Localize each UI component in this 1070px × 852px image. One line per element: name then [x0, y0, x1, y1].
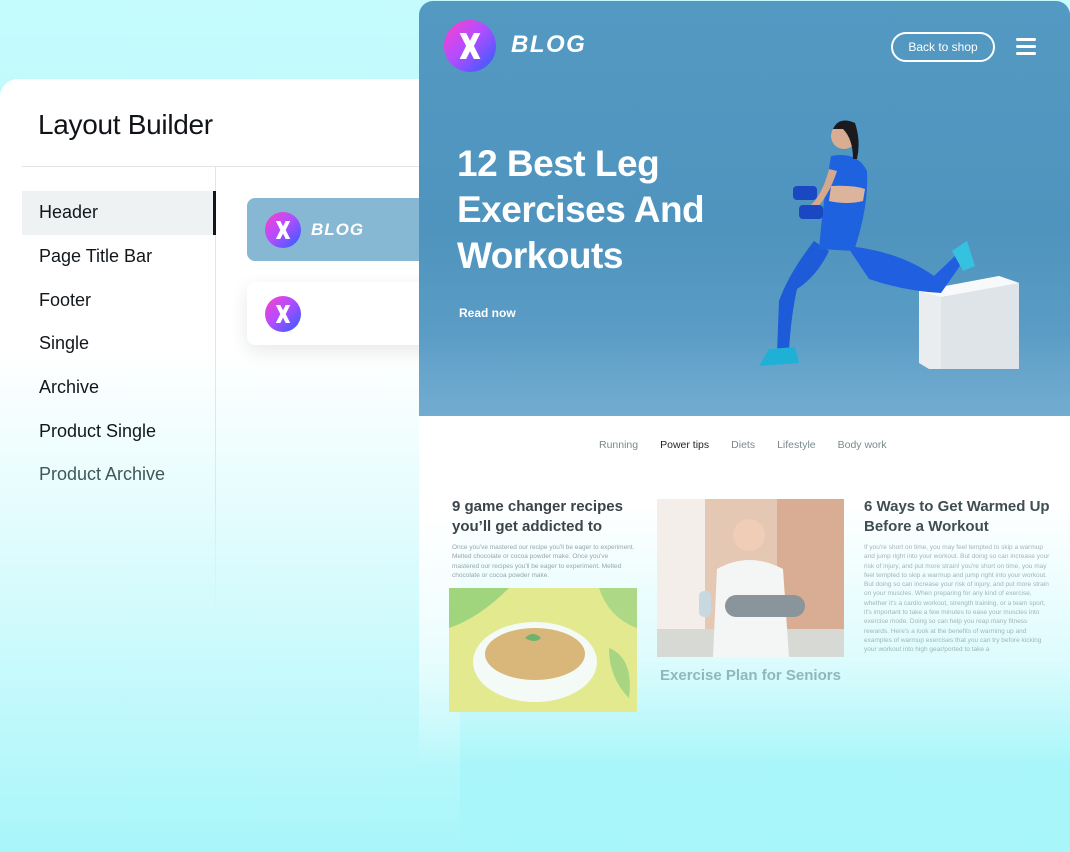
hero-banner: BLOG Back to shop 12 Best Leg Exercises … — [419, 1, 1070, 416]
hamburger-menu-icon[interactable] — [1016, 38, 1036, 56]
builder-nav: Header Page Title Bar Footer Single Arch… — [22, 191, 216, 497]
nav-item-product-archive[interactable]: Product Archive — [22, 453, 216, 497]
page-title: Layout Builder — [38, 109, 213, 140]
brand-label: BLOG — [311, 219, 365, 239]
senior-man-image[interactable] — [657, 499, 844, 657]
nav-item-header[interactable]: Header — [22, 191, 216, 235]
read-now-link[interactable]: Read now — [459, 306, 516, 320]
nav-item-archive[interactable]: Archive — [22, 366, 216, 410]
nav-item-single[interactable]: Single — [22, 322, 216, 366]
article-excerpt: If you're short on time, you may feel te… — [864, 544, 1050, 654]
tab-running[interactable]: Running — [599, 439, 638, 451]
x-logo-icon[interactable] — [444, 20, 496, 72]
tab-lifestyle[interactable]: Lifestyle — [777, 439, 816, 451]
tab-power-tips[interactable]: Power tips — [660, 439, 709, 451]
article-title[interactable]: Exercise Plan for Seniors — [660, 667, 841, 684]
back-to-shop-button[interactable]: Back to shop — [891, 32, 995, 62]
divider — [22, 166, 442, 167]
article-title[interactable]: 6 Ways to Get Warmed Up Before a Workout — [864, 497, 1054, 537]
nav-item-footer[interactable]: Footer — [22, 278, 216, 322]
woman-exercising-image — [759, 120, 1019, 369]
category-tabs: Running Power tips Diets Lifestyle Body … — [599, 439, 887, 451]
soup-bowl-image[interactable] — [449, 588, 637, 712]
layout-builder-panel: Layout Builder Header Page Title Bar Foo… — [0, 79, 477, 852]
nav-item-page-title-bar[interactable]: Page Title Bar — [22, 235, 216, 279]
brand-label[interactable]: BLOG — [511, 31, 586, 59]
tab-diets[interactable]: Diets — [731, 439, 755, 451]
nav-item-product-single[interactable]: Product Single — [22, 409, 216, 453]
tab-body-work[interactable]: Body work — [838, 439, 887, 451]
blog-preview: BLOG Back to shop 12 Best Leg Exercises … — [419, 1, 1070, 852]
x-logo-icon — [265, 295, 301, 332]
article-title[interactable]: 9 game changer recipes you’ll get addict… — [452, 497, 647, 537]
x-logo-icon — [265, 211, 301, 248]
article-excerpt: Once you've mastered our recipe you'll b… — [452, 544, 635, 579]
